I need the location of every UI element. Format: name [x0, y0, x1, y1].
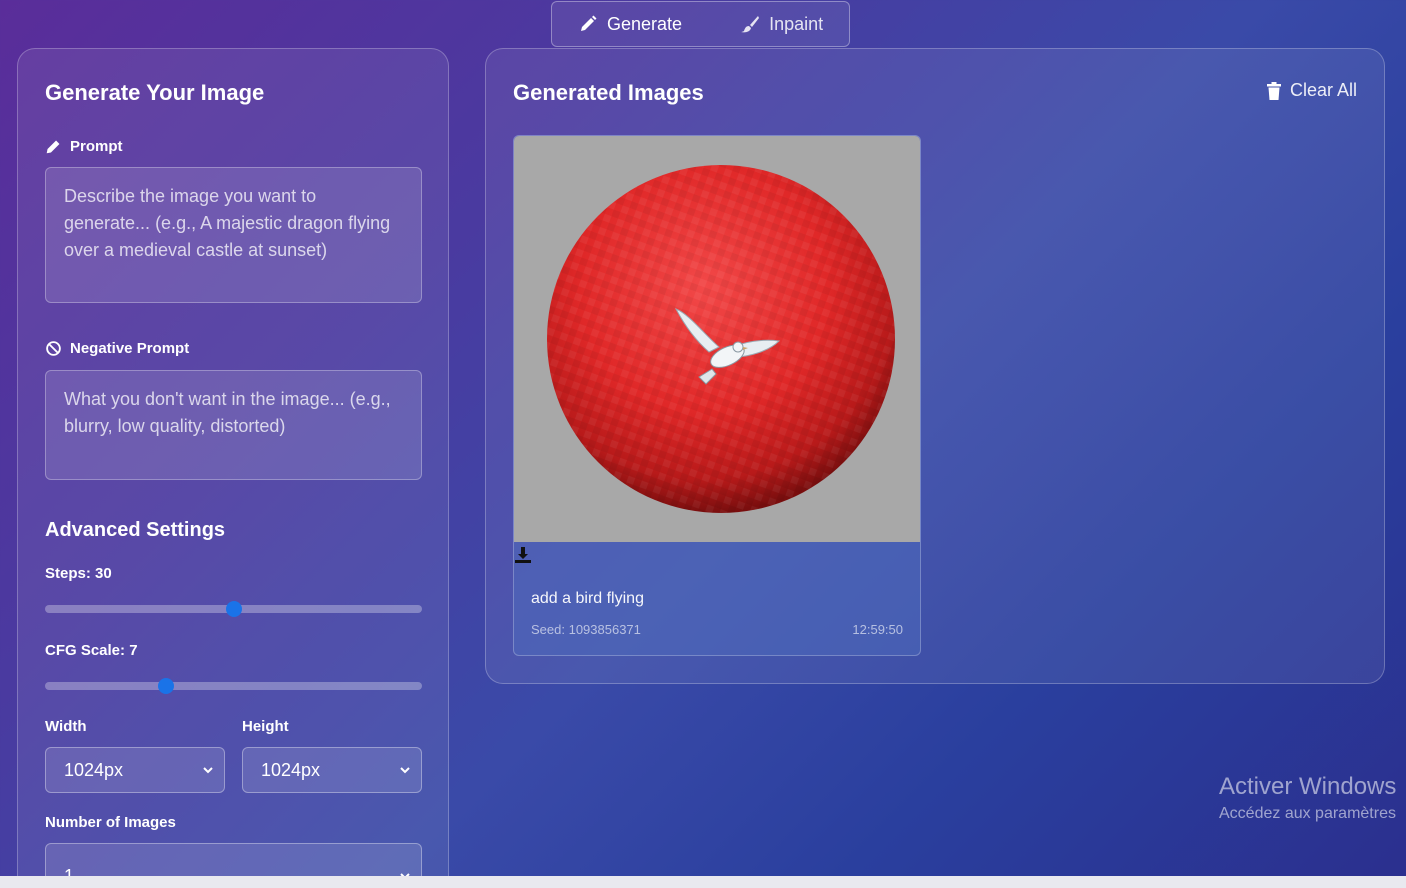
number-of-images-label: Number of Images	[45, 814, 176, 831]
generated-images-title: Generated Images	[513, 80, 704, 105]
cfg-scale-label: CFG Scale: 7	[45, 642, 138, 659]
generated-images-panel: Generated Images Clear All add a bird fl…	[485, 48, 1385, 684]
image-seed: Seed: 1093856371	[531, 622, 641, 637]
width-select[interactable]: 1024px	[45, 747, 225, 793]
steps-slider[interactable]	[45, 601, 422, 617]
ban-icon	[46, 341, 61, 356]
steps-slider-thumb[interactable]	[225, 601, 242, 617]
chevron-down-icon	[203, 767, 213, 774]
steps-label: Steps: 30	[45, 565, 112, 582]
chevron-down-icon	[400, 767, 410, 774]
width-label: Width	[45, 718, 87, 735]
clear-all-button[interactable]: Clear All	[1266, 80, 1357, 101]
generated-image-card: add a bird flying Seed: 1093856371 12:59…	[513, 135, 921, 656]
panel-title: Generate Your Image	[45, 80, 265, 105]
download-icon[interactable]	[514, 546, 532, 564]
mode-tabs: Generate Inpaint	[551, 1, 850, 47]
advanced-settings-title: Advanced Settings	[45, 519, 226, 541]
tab-generate[interactable]: Generate	[552, 2, 708, 46]
width-select-value: 1024px	[64, 759, 124, 780]
image-caption: add a bird flying	[531, 590, 644, 607]
pencil-icon	[46, 140, 60, 154]
image-timestamp: 12:59:50	[852, 622, 903, 637]
taskbar	[0, 876, 1406, 888]
tab-inpaint[interactable]: Inpaint	[708, 2, 849, 46]
negative-prompt-input[interactable]: What you don't want in the image... (e.g…	[45, 370, 422, 480]
paintbrush-icon	[741, 16, 760, 33]
cfg-scale-slider-thumb[interactable]	[157, 678, 174, 694]
cfg-scale-slider[interactable]	[45, 678, 422, 694]
trash-icon	[1266, 81, 1281, 100]
watermark-subtitle: Accédez aux paramètres	[1219, 805, 1396, 822]
red-ball-with-bird-image	[547, 165, 895, 513]
generated-image[interactable]	[514, 136, 920, 542]
height-select[interactable]: 1024px	[242, 747, 422, 793]
prompt-label-text: Prompt	[70, 138, 123, 155]
clear-all-label: Clear All	[1289, 80, 1357, 100]
height-select-value: 1024px	[261, 759, 321, 780]
watermark-title: Activer Windows	[1219, 773, 1397, 800]
height-label: Height	[242, 718, 289, 735]
negative-prompt-label: Negative Prompt	[45, 340, 189, 357]
generate-form-panel: Generate Your Image Prompt Describe the …	[17, 48, 449, 888]
tab-generate-label: Generate	[607, 13, 683, 34]
prompt-input[interactable]: Describe the image you want to generate.…	[45, 167, 422, 303]
windows-activation-watermark: Activer Windows Accédez aux paramètres	[1219, 773, 1396, 823]
pencil-icon	[581, 15, 597, 31]
tab-inpaint-label: Inpaint	[769, 13, 824, 34]
prompt-label: Prompt	[45, 138, 123, 155]
negative-prompt-label-text: Negative Prompt	[70, 340, 190, 357]
